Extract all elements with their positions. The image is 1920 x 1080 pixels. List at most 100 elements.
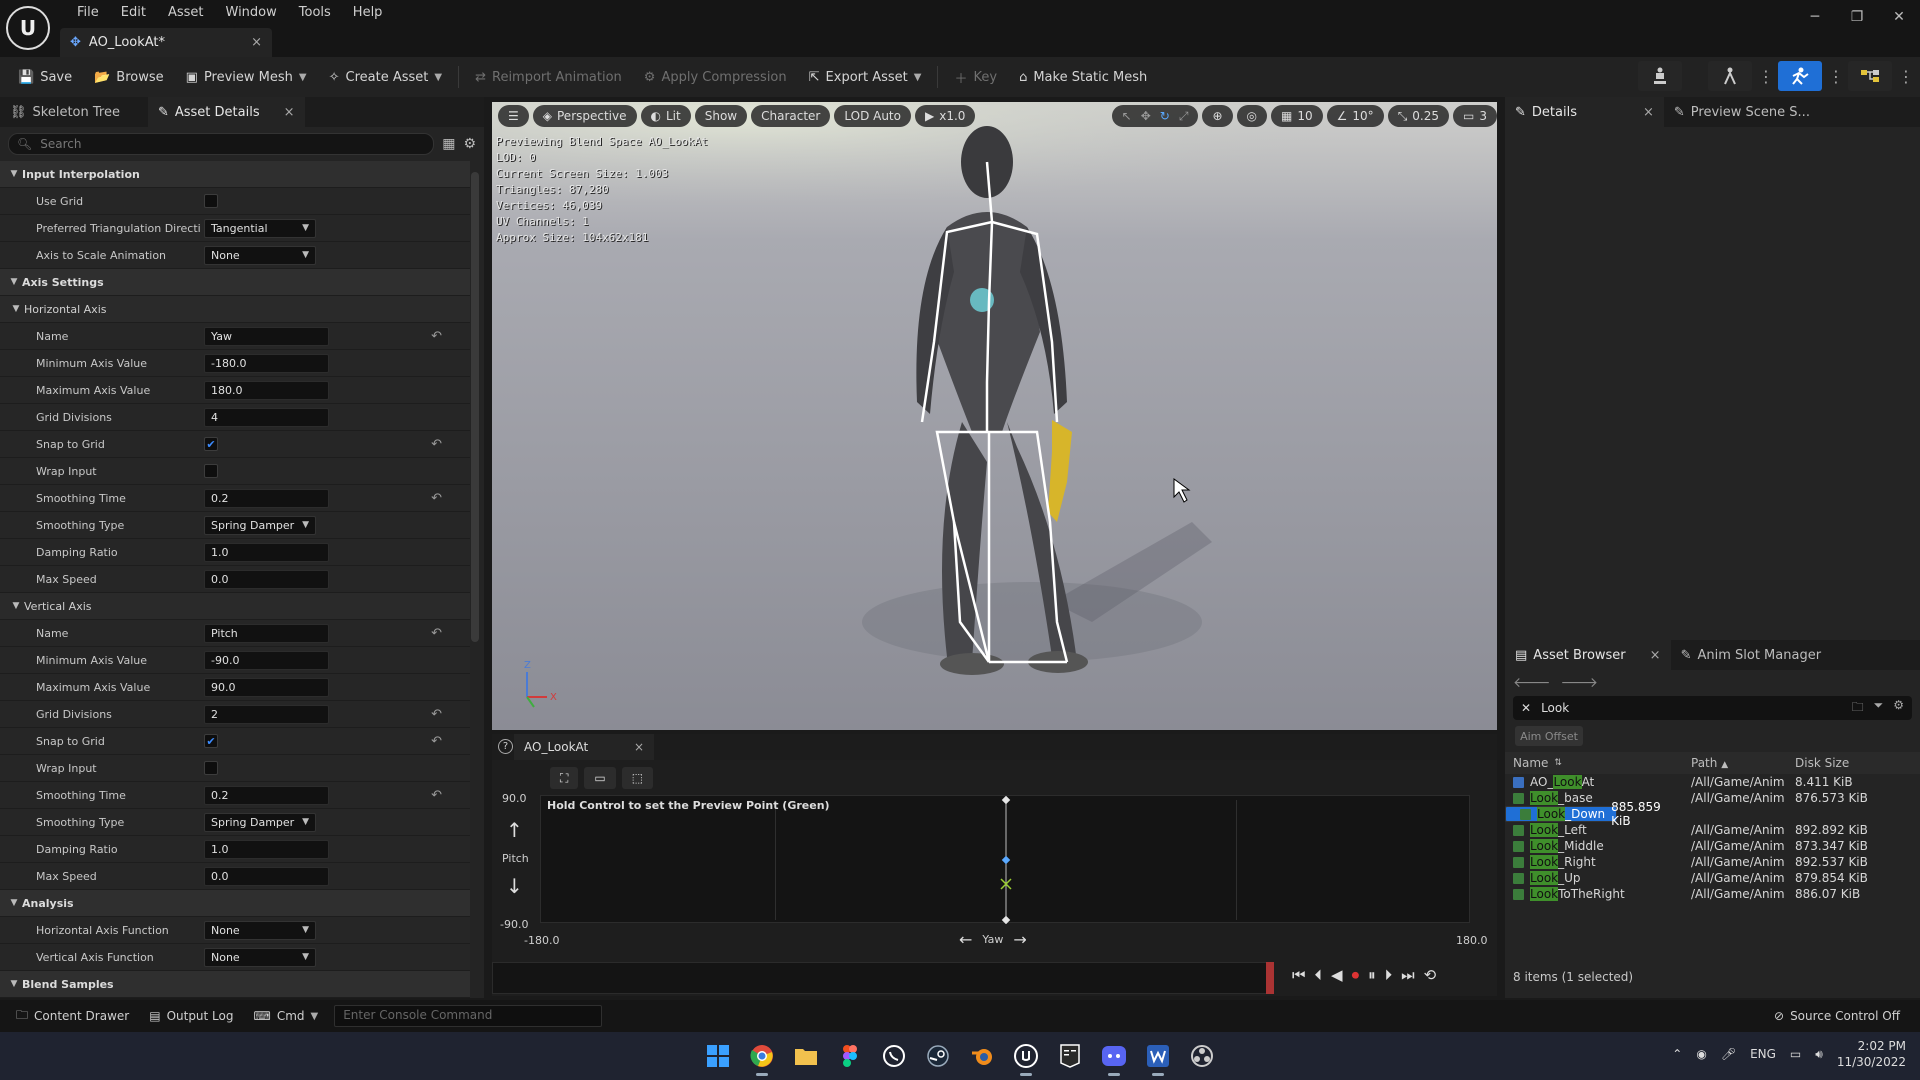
menu-help[interactable]: Help bbox=[342, 5, 394, 20]
filter-icon[interactable]: ⏷ bbox=[1874, 698, 1884, 719]
close-tab-icon[interactable]: × bbox=[284, 105, 295, 120]
content-drawer-button[interactable]: 🗀 Content Drawer bbox=[6, 1003, 139, 1029]
file-explorer-icon[interactable] bbox=[788, 1038, 824, 1074]
asset-search-input[interactable]: ✕ Look 🗀 ⏷ ⚙ bbox=[1513, 696, 1912, 720]
table-view-icon[interactable]: ▦ bbox=[442, 136, 455, 152]
more-options-icon[interactable]: ⋮ bbox=[1758, 67, 1774, 86]
reset-to-default-icon[interactable]: ↶ bbox=[431, 491, 442, 506]
steam-icon[interactable] bbox=[920, 1038, 956, 1074]
menu-edit[interactable]: Edit bbox=[110, 5, 157, 20]
property-value-field[interactable]: 4 bbox=[204, 407, 329, 427]
chrome-icon[interactable] bbox=[744, 1038, 780, 1076]
lod-button[interactable]: LOD Auto bbox=[834, 105, 911, 127]
name-column-header[interactable]: Name ⇅ bbox=[1505, 756, 1691, 770]
reset-to-default-icon[interactable]: ↶ bbox=[431, 788, 442, 803]
property-value-field[interactable]: Yaw bbox=[204, 326, 329, 346]
world-local-icon[interactable]: ◎ bbox=[1236, 105, 1268, 127]
triangulation-icon[interactable]: ▭ bbox=[584, 767, 616, 789]
play-reverse-icon[interactable]: ◀ bbox=[1331, 966, 1343, 984]
blender-icon[interactable] bbox=[964, 1038, 1000, 1074]
chevron-up-icon[interactable]: ⌃ bbox=[1672, 1047, 1682, 1061]
more-options-icon[interactable]: ⋮ bbox=[1828, 67, 1844, 86]
windows-start-icon[interactable] bbox=[700, 1038, 736, 1074]
obs-icon[interactable] bbox=[1184, 1038, 1220, 1074]
surface-snap-icon[interactable]: ⊕ bbox=[1202, 105, 1233, 127]
grid-snap-button[interactable]: ▦ 10 bbox=[1271, 105, 1323, 127]
tab-asset-details[interactable]: ✎ Asset Details × bbox=[147, 97, 305, 127]
property-checkbox[interactable] bbox=[204, 194, 218, 208]
reset-to-default-icon[interactable]: ↶ bbox=[431, 626, 442, 641]
help-icon[interactable]: ? bbox=[498, 739, 513, 754]
reset-to-default-icon[interactable]: ↶ bbox=[431, 437, 442, 452]
word-icon[interactable] bbox=[1140, 1038, 1176, 1076]
viewport-menu-button[interactable]: ☰ bbox=[498, 105, 529, 127]
property-checkbox[interactable]: ✔ bbox=[204, 437, 218, 451]
menu-window[interactable]: Window bbox=[215, 5, 288, 20]
console-input[interactable]: Enter Console Command bbox=[334, 1005, 603, 1027]
playback-speed-button[interactable]: ▶ x1.0 bbox=[914, 105, 976, 127]
expand-triangle-icon[interactable]: ▼ bbox=[6, 277, 22, 287]
property-section-header[interactable]: ▼ Axis Settings bbox=[0, 269, 470, 296]
discord-icon[interactable] bbox=[1096, 1038, 1132, 1076]
skeleton-mode-icon[interactable] bbox=[1638, 61, 1682, 91]
asset-row[interactable]: Look_Down/All/Game/Anim885.859 KiB bbox=[1505, 800, 1661, 828]
clear-search-icon[interactable]: ✕ bbox=[1521, 701, 1531, 715]
blendspace-tab[interactable]: AO_LookAt × bbox=[514, 734, 654, 760]
menu-file[interactable]: File bbox=[66, 5, 110, 20]
asset-row[interactable]: AO_LookAt/All/Game/Anim 8.411 KiB bbox=[1505, 774, 1920, 790]
make-static-mesh-button[interactable]: ⌂ Make Static Mesh bbox=[1009, 63, 1157, 91]
folder-icon[interactable]: 🗀 bbox=[1852, 698, 1864, 719]
loop-icon[interactable]: ⟲ bbox=[1424, 966, 1437, 984]
property-dropdown[interactable]: None ▼ bbox=[204, 947, 316, 967]
menu-asset[interactable]: Asset bbox=[157, 5, 215, 20]
animation-mode-icon[interactable] bbox=[1778, 61, 1822, 91]
pause-icon[interactable]: ⏸ bbox=[1368, 966, 1376, 984]
close-tab-icon[interactable]: × bbox=[251, 35, 262, 50]
path-column-header[interactable]: Path ▲ bbox=[1691, 756, 1789, 770]
preview-viewport[interactable]: Z X ☰ ◈ Perspective ◐ Lit Show Character L… bbox=[492, 102, 1497, 730]
property-dropdown[interactable]: Spring Damper ▼ bbox=[204, 812, 316, 832]
clock[interactable]: 2:02 PM 11/30/2022 bbox=[1837, 1038, 1906, 1070]
tab-asset-browser[interactable]: ▤ Asset Browser × bbox=[1505, 640, 1671, 670]
asset-row[interactable]: Look_Middle/All/Game/Anim 873.347 KiB bbox=[1505, 838, 1920, 854]
network-icon[interactable]: ▭ bbox=[1790, 1047, 1801, 1061]
property-dropdown[interactable]: None ▼ bbox=[204, 920, 316, 940]
close-tab-icon[interactable]: × bbox=[634, 740, 644, 754]
size-column-header[interactable]: Disk Size bbox=[1789, 756, 1899, 770]
camera-speed-button[interactable]: ▭ 3 bbox=[1453, 105, 1497, 127]
reset-to-default-icon[interactable]: ↶ bbox=[431, 734, 442, 749]
asset-row[interactable]: Look_base/All/Game/Anim 876.573 KiB bbox=[1505, 790, 1920, 806]
mesh-mode-icon[interactable] bbox=[1708, 61, 1752, 91]
expand-triangle-icon[interactable]: ▼ bbox=[6, 979, 22, 989]
property-value-field[interactable]: 0.2 bbox=[204, 488, 329, 508]
menu-tools[interactable]: Tools bbox=[288, 5, 342, 20]
skip-to-end-icon[interactable]: ⏭ bbox=[1401, 966, 1415, 984]
move-icon[interactable]: ✥ bbox=[1141, 109, 1151, 123]
select-icon[interactable]: ↖ bbox=[1122, 109, 1132, 123]
property-dropdown[interactable]: Spring Damper ▼ bbox=[204, 515, 316, 535]
expand-triangle-icon[interactable]: ▼ bbox=[6, 169, 22, 179]
cmd-dropdown[interactable]: ⌨ Cmd ▼ bbox=[244, 1003, 329, 1029]
property-value-field[interactable]: 0.0 bbox=[204, 866, 329, 886]
timeline-playhead[interactable] bbox=[1266, 962, 1274, 994]
property-value-field[interactable]: 1.0 bbox=[204, 839, 329, 859]
property-subsection-header[interactable]: ▼ Horizontal Axis bbox=[0, 296, 470, 323]
step-forward-icon[interactable]: ⏵ bbox=[1385, 966, 1393, 984]
forward-arrow-icon[interactable]: 🡒 bbox=[1561, 674, 1599, 691]
property-dropdown[interactable]: Tangential ▼ bbox=[204, 218, 316, 238]
fit-view-icon[interactable]: ⛶ bbox=[550, 767, 579, 789]
microphone-icon[interactable]: 🎤︎ bbox=[1721, 1047, 1736, 1061]
tab-anim-slot-manager[interactable]: ✎ Anim Slot Manager bbox=[1671, 640, 1831, 670]
property-section-header[interactable]: ▼ Blend Samples bbox=[0, 971, 470, 998]
property-value-field[interactable]: -90.0 bbox=[204, 650, 329, 670]
property-value-field[interactable]: 90.0 bbox=[204, 677, 329, 697]
create-asset-button[interactable]: ✧ Create Asset ▼ bbox=[319, 63, 452, 91]
unreal-logo-icon[interactable]: U bbox=[6, 6, 50, 50]
blendspace-grid[interactable]: Hold Control to set the Preview Point (G… bbox=[540, 795, 1470, 924]
step-back-icon[interactable]: ⏴ bbox=[1315, 966, 1323, 984]
export-asset-button[interactable]: ⇱ Export Asset ▼ bbox=[799, 63, 932, 91]
expand-triangle-icon[interactable]: ▼ bbox=[6, 898, 22, 908]
apply-compression-button[interactable]: ⚙ Apply Compression bbox=[634, 63, 797, 91]
epic-games-icon[interactable] bbox=[1052, 1038, 1088, 1074]
minimize-button[interactable]: ─ bbox=[1794, 9, 1836, 25]
